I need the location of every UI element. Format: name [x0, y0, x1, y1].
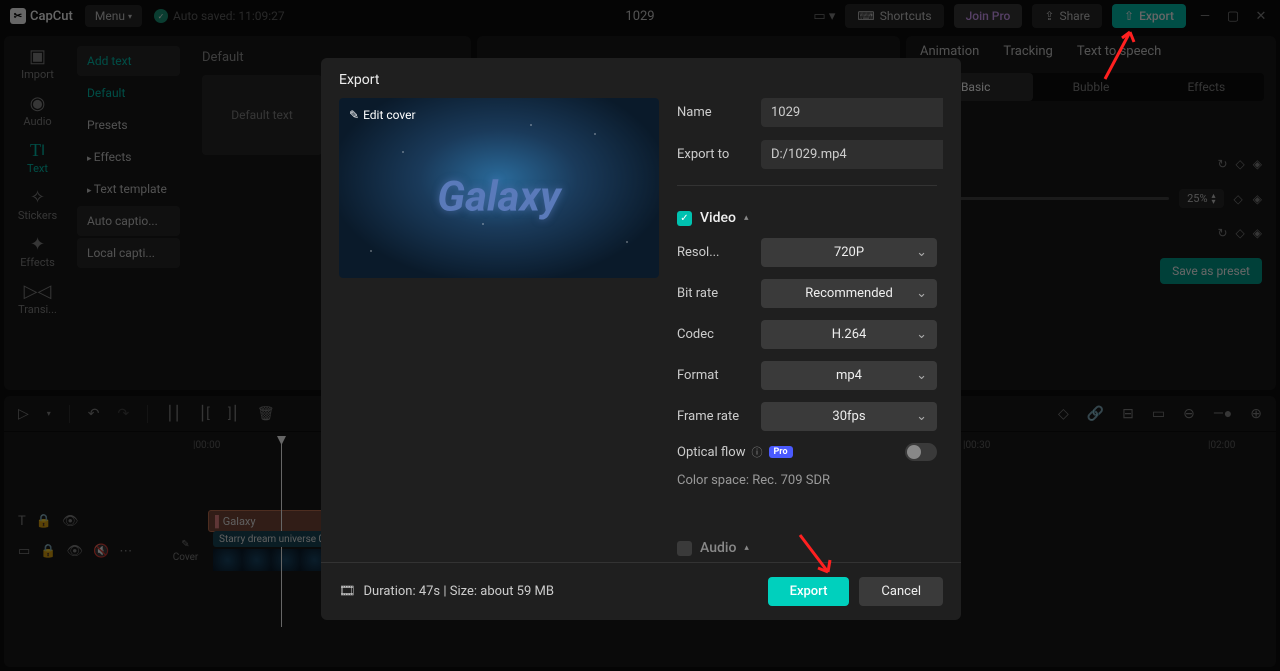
modal-cancel-button[interactable]: Cancel [859, 577, 943, 606]
audio-section: Audio [700, 540, 736, 556]
optical-label: Optical flow [677, 445, 746, 460]
fps-select[interactable]: 30fps [761, 402, 937, 431]
video-checkbox[interactable]: ✓ [677, 211, 692, 226]
caret-icon[interactable]: ▴ [744, 213, 749, 223]
pro-badge: Pro [769, 446, 793, 458]
format-label: Format [677, 368, 751, 383]
modal-export-button[interactable]: Export [768, 577, 850, 606]
modal-title: Export [321, 58, 961, 98]
fps-label: Frame rate [677, 409, 751, 424]
cover-text: Galaxy [437, 173, 560, 222]
audio-checkbox[interactable] [677, 541, 692, 556]
format-select[interactable]: mp4 [761, 361, 937, 390]
bitrate-select[interactable]: Recommended [761, 279, 937, 308]
optical-toggle[interactable] [905, 443, 937, 461]
info-icon[interactable]: ⓘ [752, 444, 763, 460]
res-label: Resol... [677, 245, 751, 260]
bitrate-label: Bit rate [677, 286, 751, 301]
exportto-label: Export to [677, 147, 751, 162]
codec-select[interactable]: H.264 [761, 320, 937, 349]
duration-info: Duration: 47s | Size: about 59 MB [364, 584, 554, 599]
resolution-select[interactable]: 720P [761, 238, 937, 267]
film-icon: 🎞 [339, 584, 356, 599]
edit-cover-button[interactable]: ✎Edit cover [349, 108, 416, 122]
name-input[interactable] [761, 98, 943, 127]
caret-icon[interactable]: ▴ [744, 543, 749, 553]
colorspace-info: Color space: Rec. 709 SDR [677, 473, 937, 488]
export-modal: Export ✎Edit cover Galaxy Name Export to… [321, 58, 961, 620]
codec-label: Codec [677, 327, 751, 342]
cover-preview: ✎Edit cover Galaxy [339, 98, 659, 278]
exportto-input[interactable] [761, 140, 943, 169]
video-section: Video [700, 210, 736, 226]
name-label: Name [677, 105, 751, 120]
pencil-icon: ✎ [349, 108, 359, 122]
